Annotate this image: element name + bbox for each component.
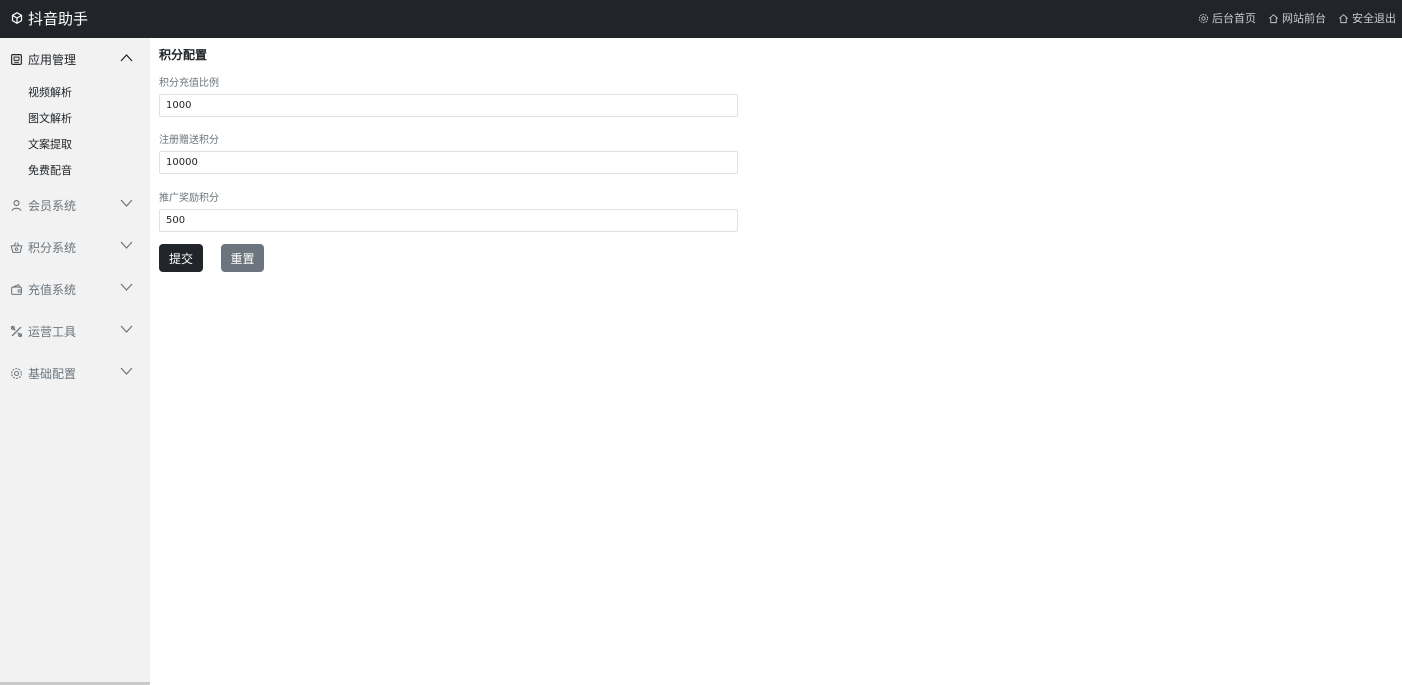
brand[interactable]: 抖音助手 (11, 8, 88, 28)
admin-home-label: 后台首页 (1212, 12, 1256, 25)
chevron-up-icon (120, 54, 133, 62)
recharge-ratio-label: 积分充值比例 (159, 78, 219, 89)
logout-label: 安全退出 (1352, 12, 1396, 25)
nav-label-app-management: 应用管理 (28, 52, 77, 67)
nav-group-points-system: 积分系统 (0, 226, 150, 268)
referral-reward-label: 推广奖励积分 (159, 193, 219, 204)
brand-title: 抖音助手 (28, 9, 89, 28)
user-icon (11, 199, 22, 211)
nav-label-member-system: 会员系统 (28, 198, 77, 213)
nav-group-member-system: 会员系统 (0, 184, 150, 226)
chevron-down-icon (120, 283, 133, 291)
sidebar-item-text-extract[interactable]: 文案提取 (28, 132, 150, 158)
tools-icon (10, 325, 23, 337)
sidebar-item-image-parse[interactable]: 图文解析 (28, 106, 150, 132)
page-title: 积分配置 (159, 48, 208, 62)
logout-link[interactable]: 安全退出 (1338, 10, 1396, 26)
nav-head-operation-tools[interactable]: 运营工具 (0, 310, 150, 352)
admin-home-link[interactable]: 后台首页 (1198, 10, 1256, 26)
main-content: 积分配置 积分充值比例 注册赠送积分 推广奖励积分 提交 重置 (150, 38, 1402, 685)
register-bonus-input[interactable] (159, 151, 738, 174)
nav-head-points-system[interactable]: 积分系统 (0, 226, 150, 268)
nav-head-app-management[interactable]: 应用管理 (0, 38, 150, 80)
chevron-down-icon (120, 241, 133, 249)
chevron-down-icon (120, 325, 133, 333)
reset-button[interactable]: 重置 (221, 244, 264, 272)
sidebar: 应用管理 视频解析 图文解析 文案提取 免费配音 会员系统 积分系统 充值系统 … (0, 38, 164, 685)
nav-group-app-management: 应用管理 视频解析 图文解析 文案提取 免费配音 (0, 38, 150, 184)
nav-head-basic-config[interactable]: 基础配置 (0, 352, 150, 394)
wallet-icon (11, 283, 22, 295)
nav-label-operation-tools: 运营工具 (28, 324, 77, 339)
submit-button[interactable]: 提交 (159, 244, 203, 272)
home-icon (1339, 13, 1348, 23)
app-management-submenu: 视频解析 图文解析 文案提取 免费配音 (0, 80, 150, 184)
gear-icon (1198, 13, 1209, 23)
recharge-ratio-input[interactable] (159, 94, 738, 117)
box-icon (11, 12, 23, 24)
nav-label-points-system: 积分系统 (28, 240, 77, 255)
nav-head-member-system[interactable]: 会员系统 (0, 184, 150, 226)
nav-group-recharge-system: 充值系统 (0, 268, 150, 310)
referral-reward-input[interactable] (159, 209, 738, 232)
nav-head-recharge-system[interactable]: 充值系统 (0, 268, 150, 310)
nav-group-basic-config: 基础配置 (0, 352, 150, 394)
gear-icon (11, 367, 22, 379)
chevron-down-icon (120, 367, 133, 375)
top-navbar: 抖音助手 后台首页 网站前台 安全退出 (0, 0, 1402, 38)
register-bonus-label: 注册赠送积分 (159, 135, 219, 146)
top-links: 后台首页 网站前台 安全退出 (1198, 10, 1396, 26)
nav-group-operation-tools: 运营工具 (0, 310, 150, 352)
basket-icon (10, 241, 23, 253)
home-icon (1269, 13, 1278, 23)
sidebar-item-video-parse[interactable]: 视频解析 (28, 80, 150, 106)
nav-label-basic-config: 基础配置 (28, 366, 77, 381)
site-front-label: 网站前台 (1282, 12, 1326, 25)
sidebar-item-free-dubbing[interactable]: 免费配音 (28, 158, 150, 184)
site-front-link[interactable]: 网站前台 (1268, 10, 1326, 26)
app-icon (11, 53, 22, 65)
nav-label-recharge-system: 充值系统 (28, 282, 77, 297)
chevron-down-icon (120, 199, 133, 207)
